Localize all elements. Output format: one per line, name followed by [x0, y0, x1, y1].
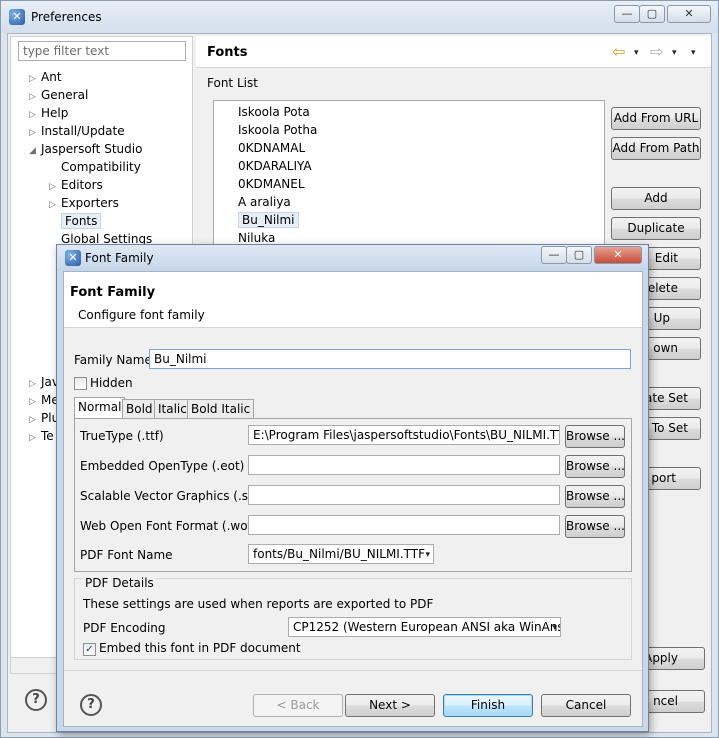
- tab-italic[interactable]: Italic: [154, 399, 191, 419]
- maximize-button[interactable]: ▢: [639, 5, 665, 23]
- list-item[interactable]: 0KDNAMAL: [238, 139, 317, 157]
- svg-browse-button[interactable]: Browse ...: [565, 485, 625, 508]
- tab-panel-normal: TrueType (.ttf) E:\Program Files\jaspers…: [74, 418, 632, 572]
- embed-font-label: Embed this font in PDF document: [99, 641, 301, 655]
- preferences-tree: ▷ Ant ▷ General ▷ Help ▷ Install/Update ◢ Jas…: [19, 68, 191, 248]
- minimize-icon: —: [548, 248, 560, 261]
- close-button[interactable]: ✕: [667, 5, 711, 23]
- woff-label: Web Open Font Format (.woff): [80, 519, 261, 533]
- pdf-encoding-combo[interactable]: CP1252 (Western European ANSI aka WinAns…: [288, 617, 561, 637]
- svg-label: Scalable Vector Graphics (.svg): [80, 489, 268, 503]
- dialog-close-button[interactable]: ✕: [594, 246, 642, 264]
- minimize-icon: —: [621, 7, 633, 20]
- pdf-font-name-label: PDF Font Name: [80, 548, 173, 562]
- view-menu-icon[interactable]: ▾: [691, 48, 696, 58]
- help-icon[interactable]: ?: [80, 694, 102, 716]
- woff-browse-button[interactable]: Browse ...: [565, 515, 625, 538]
- pdf-details-label: PDF Details: [83, 576, 156, 590]
- list-item-selected[interactable]: Bu_Nilmi: [238, 211, 317, 229]
- jaspersoft-app-icon: ✕: [65, 250, 81, 266]
- add-button[interactable]: Add: [611, 187, 701, 210]
- list-item[interactable]: 0KDMANEL: [238, 175, 317, 193]
- list-item[interactable]: 0KDARALIYA: [238, 157, 317, 175]
- tab-bold[interactable]: Bold: [122, 399, 157, 419]
- tree-item-plu-partial[interactable]: ▷ Plu: [29, 409, 59, 427]
- finish-button[interactable]: Finish: [443, 694, 533, 717]
- truetype-label: TrueType (.ttf): [80, 429, 164, 443]
- pdf-details-group: PDF Details These settings are used when…: [74, 576, 632, 660]
- close-icon: ✕: [684, 7, 694, 20]
- dialog-header-title: Font Family: [70, 285, 156, 300]
- hidden-checkbox-label: Hidden: [90, 376, 133, 390]
- preferences-titlebar: ✕ Preferences — ▢ ✕: [1, 1, 718, 33]
- forward-arrow-icon[interactable]: ⇨: [650, 42, 663, 61]
- minimize-button[interactable]: —: [614, 5, 640, 23]
- eot-path-input[interactable]: [248, 455, 560, 475]
- pdf-font-name-combo[interactable]: fonts/Bu_Nilmi/BU_NILMI.TTF ▾: [248, 544, 434, 564]
- back-button[interactable]: < Back: [253, 694, 343, 717]
- chevron-down-icon: ▾: [425, 550, 430, 560]
- tree-item-java-partial[interactable]: ▷ Jav: [29, 373, 59, 391]
- tree-item-ant[interactable]: ▷ Ant: [19, 68, 191, 86]
- maximize-icon: ▢: [573, 248, 585, 261]
- back-history-dropdown-icon[interactable]: ▾: [634, 48, 639, 58]
- tree-item-me-partial[interactable]: ▷ Me: [29, 391, 59, 409]
- tab-bold-italic[interactable]: Bold Italic: [187, 399, 255, 419]
- add-from-path-button[interactable]: Add From Path: [611, 137, 701, 160]
- dialog-title: Font Family: [85, 251, 154, 265]
- dialog-separator: [64, 670, 642, 671]
- back-arrow-icon[interactable]: ⇦: [612, 42, 625, 61]
- list-item[interactable]: Iskoola Potha: [238, 121, 317, 139]
- tree-item-editors[interactable]: ▷ Editors: [19, 176, 191, 194]
- window-title: Preferences: [31, 10, 102, 24]
- truetype-path-input[interactable]: E:\Program Files\jaspersoftstudio\Fonts\…: [248, 425, 560, 445]
- tree-item-compatibility[interactable]: Compatibility: [19, 158, 191, 176]
- tree-item-jaspersoft-studio[interactable]: ◢ Jaspersoft Studio: [19, 140, 191, 158]
- list-item[interactable]: A araliya: [238, 193, 317, 211]
- help-icon[interactable]: ?: [25, 689, 47, 711]
- tab-normal[interactable]: Normal: [74, 397, 126, 419]
- woff-path-input[interactable]: [248, 515, 560, 535]
- embed-font-checkbox[interactable]: ✓: [83, 643, 96, 656]
- chevron-down-icon: ▾: [552, 623, 557, 633]
- truetype-browse-button[interactable]: Browse ...: [565, 425, 625, 448]
- family-name-label: Family Name: [74, 353, 152, 367]
- page-title: Fonts: [207, 45, 248, 60]
- duplicate-button[interactable]: Duplicate: [611, 217, 701, 240]
- filter-input[interactable]: type filter text: [18, 41, 186, 61]
- close-icon: ✕: [613, 248, 623, 261]
- tree-item-help[interactable]: ▷ Help: [19, 104, 191, 122]
- pdf-encoding-label: PDF Encoding: [83, 621, 166, 635]
- eot-browse-button[interactable]: Browse ...: [565, 455, 625, 478]
- dialog-header-description: Configure font family: [78, 308, 205, 322]
- dialog-cancel-button[interactable]: Cancel: [541, 694, 631, 717]
- list-item[interactable]: Iskoola Pota: [238, 103, 317, 121]
- font-list-label: Font List: [207, 76, 258, 90]
- page-header: Fonts ⇦ ▾ ⇨ ▾ ▾: [196, 36, 711, 68]
- dialog-minimize-button[interactable]: —: [541, 246, 567, 264]
- tree-item-general[interactable]: ▷ General: [19, 86, 191, 104]
- dialog-maximize-button[interactable]: ▢: [566, 246, 592, 264]
- tree-item-install-update[interactable]: ▷ Install/Update: [19, 122, 191, 140]
- pdf-details-description: These settings are used when reports are…: [83, 597, 434, 611]
- jaspersoft-app-icon: ✕: [9, 9, 25, 25]
- forward-history-dropdown-icon[interactable]: ▾: [672, 48, 677, 58]
- dialog-header: Font Family Configure font family: [64, 272, 642, 328]
- tree-item-te-partial[interactable]: ▷ Te: [29, 427, 54, 445]
- next-button[interactable]: Next >: [345, 694, 435, 717]
- dialog-client: Font Family Configure font family Family…: [63, 271, 643, 727]
- tree-item-fonts[interactable]: Fonts: [19, 212, 191, 230]
- hidden-checkbox[interactable]: [74, 377, 87, 390]
- dialog-titlebar: ✕ Font Family — ▢ ✕: [57, 245, 648, 271]
- add-from-url-button[interactable]: Add From URL: [611, 107, 701, 130]
- font-family-dialog: ✕ Font Family — ▢ ✕ Font Family Configur…: [56, 244, 649, 732]
- eot-label: Embedded OpenType (.eot): [80, 459, 245, 473]
- svg-path-input[interactable]: [248, 485, 560, 505]
- maximize-icon: ▢: [646, 7, 658, 20]
- tree-item-exporters[interactable]: ▷ Exporters: [19, 194, 191, 212]
- family-name-input[interactable]: Bu_Nilmi: [149, 349, 631, 369]
- font-list-items: Iskoola Pota Iskoola Potha 0KDNAMAL 0KDA…: [238, 103, 317, 247]
